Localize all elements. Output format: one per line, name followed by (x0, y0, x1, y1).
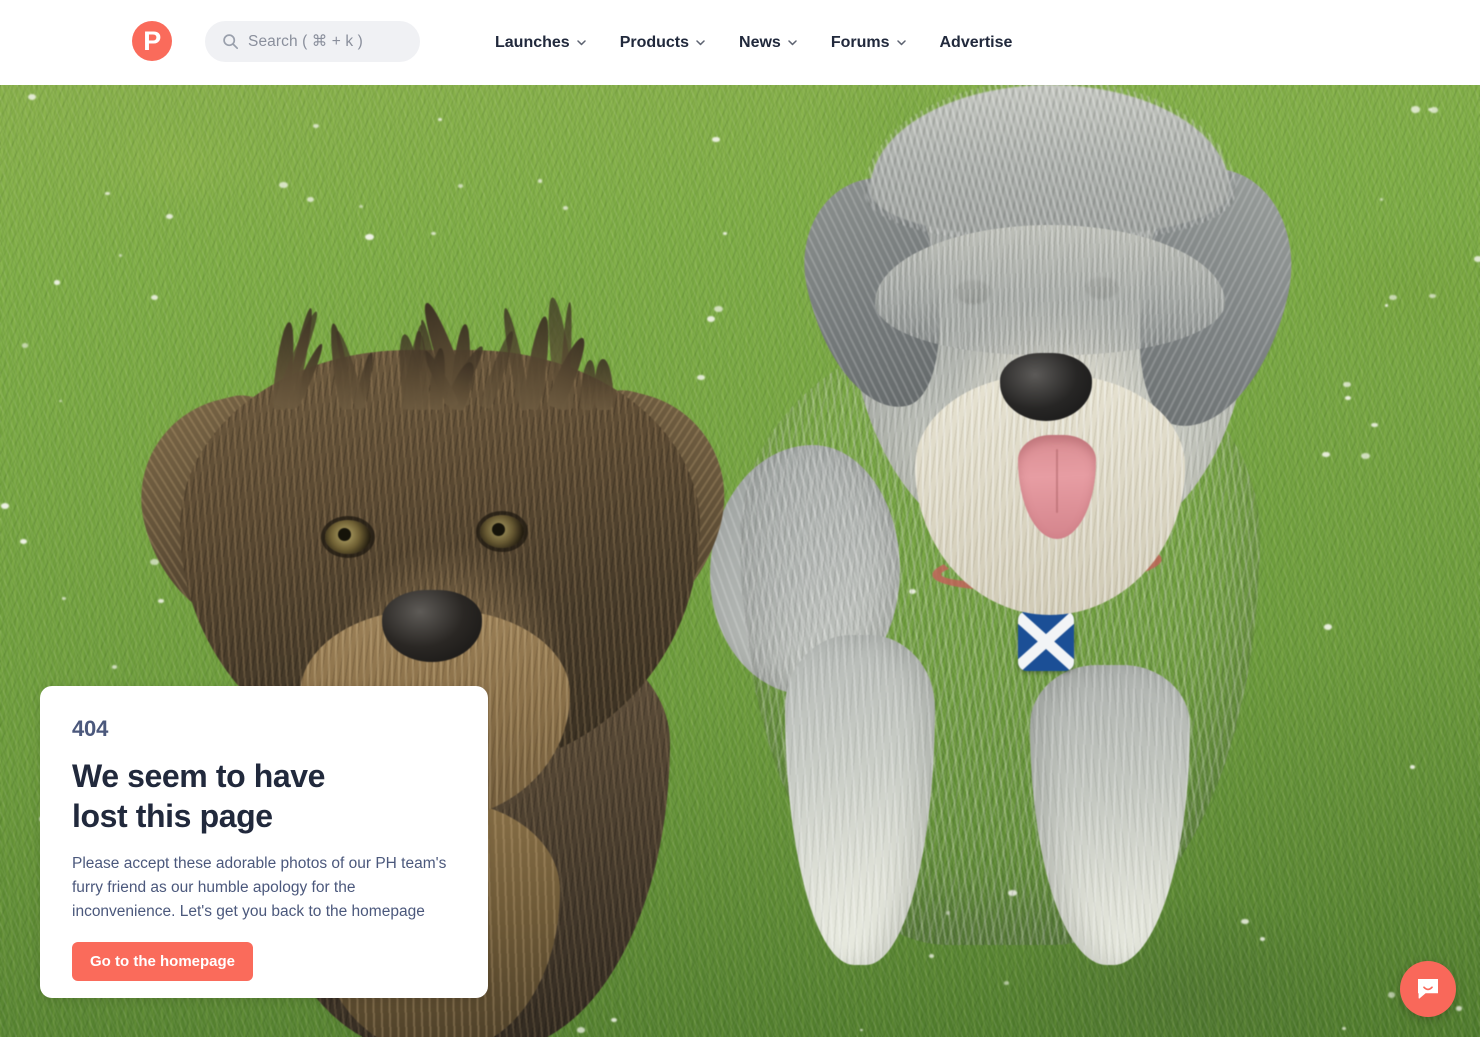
search-icon (222, 33, 239, 50)
page-root: P Search ( ⌘ + k ) Launches Products News F… (0, 0, 1480, 1037)
nav-item-products[interactable]: Products (620, 34, 706, 52)
nav-item-label: Advertise (939, 33, 1013, 51)
error-code: 404 (72, 716, 109, 741)
nav-item-label: Products (619, 33, 690, 51)
search-input[interactable]: Search ( ⌘ + k ) (205, 21, 420, 62)
chevron-down-icon (576, 37, 587, 48)
grey-dog-topknot (864, 85, 1236, 241)
hair-spike (593, 358, 614, 411)
go-to-homepage-button[interactable]: Go to the homepage (72, 942, 254, 982)
brown-dog-hair-spikes (270, 270, 614, 412)
nav-item-news[interactable]: News (739, 34, 798, 52)
nav-item-forums[interactable]: Forums (831, 34, 907, 52)
error-description: Please accept these adorable photos of o… (72, 855, 447, 921)
main-navigation: Launches Products News Forums Advertise (495, 0, 1012, 85)
scotland-saltire-tag-icon (1018, 611, 1074, 671)
error-title: We seem to have lost this page (72, 758, 326, 834)
nav-item-advertise[interactable]: Advertise (940, 34, 1013, 52)
error-card: 404 We seem to have lost this page Pleas… (40, 686, 488, 998)
chat-bubble-smile-icon (1414, 975, 1442, 1003)
nav-item-launches[interactable]: Launches (495, 34, 587, 52)
search-placeholder-text: Search ( ⌘ + k ) (248, 33, 363, 50)
nav-item-label: Launches (495, 33, 570, 51)
site-header: P Search ( ⌘ + k ) Launches Products News F… (0, 0, 1480, 85)
product-hunt-logo-icon[interactable]: P (132, 21, 172, 61)
chevron-down-icon (787, 37, 798, 48)
chevron-down-icon (695, 37, 706, 48)
nav-item-label: Forums (830, 33, 890, 51)
messenger-launcher-button[interactable] (1400, 961, 1456, 1017)
chevron-down-icon (896, 37, 907, 48)
nav-item-label: News (739, 33, 781, 51)
brown-dog-left-eye (325, 520, 371, 554)
grey-schnauzer-dog (700, 85, 1340, 965)
brown-dog-right-eye (480, 515, 524, 548)
